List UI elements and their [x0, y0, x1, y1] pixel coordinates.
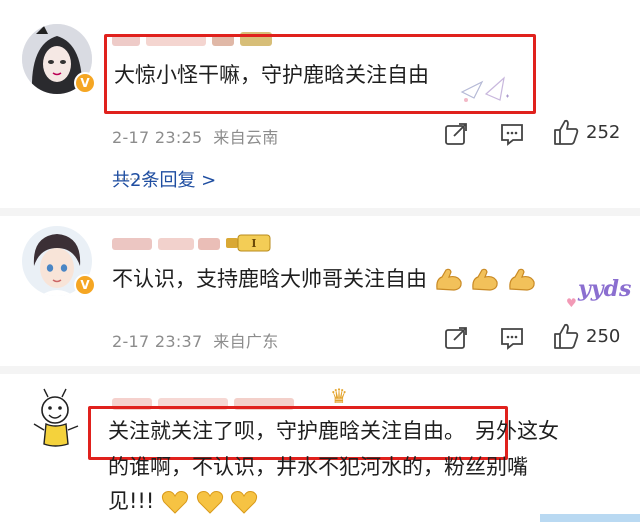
sticker-decoration — [460, 76, 509, 102]
comment-meta: 2-17 23:25 来自云南 — [112, 124, 279, 148]
yellow-heart-emoji — [196, 491, 223, 514]
comment-text: 大惊小怪干嘛，守护鹿晗关注自由 — [114, 63, 429, 87]
thumbs-up-icon[interactable] — [552, 118, 580, 146]
comment-icon[interactable] — [500, 122, 524, 146]
comment-location: 来自云南 — [213, 128, 279, 147]
svg-text:I: I — [251, 237, 256, 250]
like-count: 252 — [586, 122, 621, 143]
share-icon[interactable] — [444, 122, 468, 146]
comment-location: 来自广东 — [213, 332, 279, 351]
yellow-heart-emoji — [161, 491, 189, 514]
level-badge-icon: I — [226, 234, 271, 252]
thumbs-up-icon[interactable] — [552, 322, 580, 350]
comment-text-highlighted: 关注就关注了呗，守护鹿晗关注自由。 — [108, 419, 465, 443]
bottom-cutoff-element — [540, 514, 640, 522]
comment-time: 2-17 23:25 — [112, 128, 203, 147]
avatar-doodle-image — [22, 384, 92, 454]
comment-meta: 2-17 23:37 来自广东 — [112, 328, 279, 352]
verified-v-icon: V — [74, 72, 96, 94]
sticker-heart-icon: ♥ — [566, 296, 577, 310]
comment-time: 2-17 23:37 — [112, 332, 203, 351]
flexed-biceps-emoji — [435, 268, 462, 291]
flexed-biceps-emoji — [472, 268, 499, 291]
verified-v-icon: V — [74, 274, 96, 296]
crown-icon: ♛ — [330, 384, 348, 408]
comment-text-body: 不认识，支持鹿晗大帅哥关注自由 — [112, 267, 427, 291]
yellow-heart-emoji — [231, 491, 258, 514]
comment-text-continued: 另外这女 — [475, 419, 559, 443]
share-icon[interactable] — [444, 326, 468, 350]
comment-text-line3-body: 见!!! — [108, 489, 155, 513]
flexed-biceps-emoji — [509, 268, 535, 291]
comment-icon[interactable] — [500, 326, 524, 350]
section-separator — [0, 208, 640, 216]
section-separator — [0, 366, 640, 374]
comment-text-line1: 关注就关注了呗，守护鹿晗关注自由。 另外这女 — [108, 414, 559, 448]
comment-text-line3: 见!!! — [108, 484, 258, 518]
comment-text-line2: 的谁啊，不认识，井水不犯河水的，粉丝别嘴 — [108, 455, 528, 479]
comment-text: 不认识，支持鹿晗大帅哥关注自由 — [112, 262, 537, 296]
yyds-sticker: yyds — [578, 276, 632, 302]
view-replies-link[interactable]: 共2条回复 > — [112, 166, 216, 192]
avatar[interactable] — [22, 384, 92, 454]
like-count: 250 — [586, 326, 621, 347]
